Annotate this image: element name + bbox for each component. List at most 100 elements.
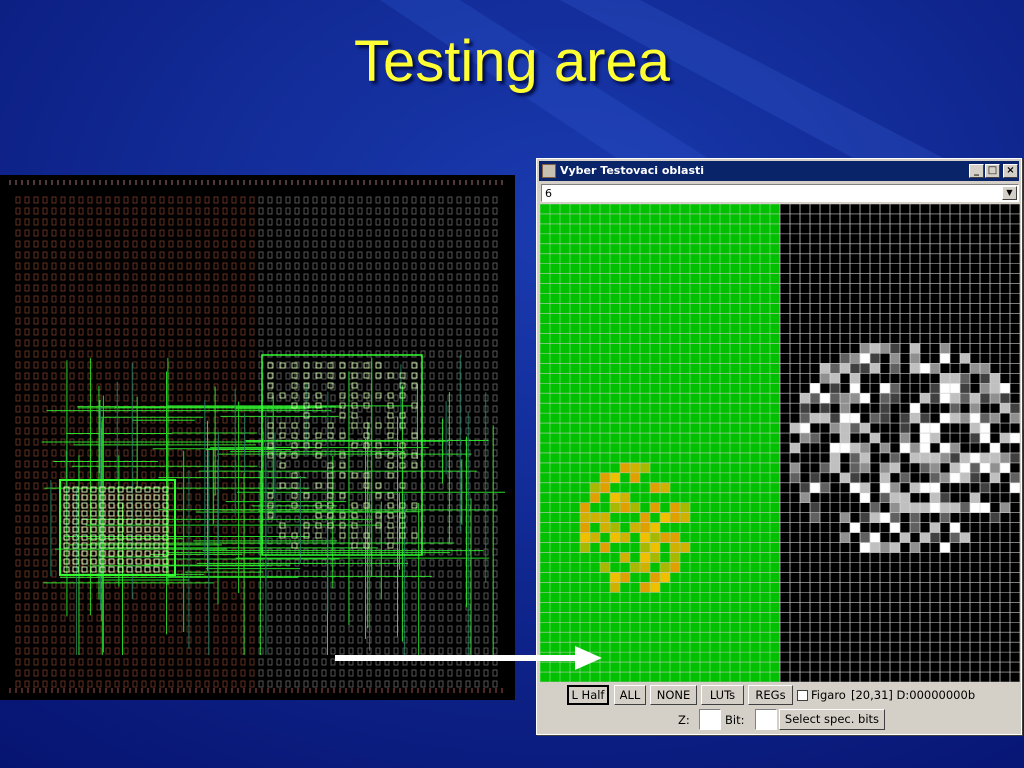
grid-cell	[940, 443, 950, 453]
grid-cell	[880, 512, 890, 523]
grid-cell	[870, 502, 880, 513]
chevron-down-icon[interactable]: ▼	[1002, 186, 1017, 200]
highlighted-cell	[590, 512, 600, 523]
highlighted-cell	[680, 502, 690, 513]
grid-cell	[860, 532, 870, 543]
bit-label: Bit:	[725, 713, 745, 727]
testing-area-grid[interactable]	[540, 204, 1020, 682]
maximize-button[interactable]: □	[985, 164, 1000, 178]
highlighted-cell	[610, 572, 620, 583]
grid-cell	[990, 472, 1000, 483]
grid-cell	[820, 373, 830, 384]
grid-cell	[920, 502, 930, 513]
highlighted-cell	[640, 582, 650, 593]
grid-cell	[960, 353, 970, 364]
grid-cell	[1000, 433, 1010, 443]
grid-cell	[880, 443, 890, 453]
grid-cell	[980, 462, 990, 473]
grid-cell	[920, 423, 930, 434]
grid-cell	[930, 502, 940, 513]
window-titlebar[interactable]: Vyber Testovaci oblasti _ □ ×	[539, 161, 1019, 181]
grid-cell	[830, 383, 840, 394]
grid-cell	[860, 443, 870, 453]
grid-cell	[880, 413, 890, 424]
z-label: Z:	[678, 713, 690, 727]
grid-cell	[850, 373, 860, 384]
grid-cell	[940, 542, 950, 553]
grid-cell	[850, 423, 860, 434]
grid-cell	[980, 423, 990, 434]
grid-cell	[840, 512, 850, 523]
grid-cell	[860, 482, 870, 493]
luts-button[interactable]: LUTs	[701, 685, 744, 705]
grid-cell	[910, 353, 920, 364]
grid-cell	[800, 433, 810, 443]
none-button[interactable]: NONE	[650, 685, 697, 705]
grid-cell	[880, 492, 890, 503]
grid-cell	[930, 423, 940, 434]
grid-cell	[880, 383, 890, 394]
close-button[interactable]: ×	[1003, 164, 1018, 178]
grid-cell	[890, 363, 900, 374]
highlighted-cell	[670, 512, 680, 523]
regs-button[interactable]: REGs	[748, 685, 793, 705]
grid-cell	[890, 462, 900, 473]
grid-cell	[960, 462, 970, 473]
grid-cell	[960, 502, 970, 513]
grid-cell	[900, 433, 910, 443]
grid-cell	[910, 452, 920, 463]
grid-cell	[800, 413, 810, 424]
grid-cell	[980, 383, 990, 394]
highlighted-cell	[660, 532, 670, 543]
grid-cell	[970, 462, 980, 473]
figaro-checkbox[interactable]	[797, 690, 808, 701]
bit-input[interactable]	[755, 709, 777, 730]
highlighted-cell	[640, 552, 650, 563]
grid-cell	[860, 353, 870, 364]
highlighted-cell	[660, 482, 670, 493]
left-half-button[interactable]: L Half	[567, 685, 609, 705]
grid-cell	[960, 472, 970, 483]
grid-cell	[850, 462, 860, 473]
grid-cell	[930, 462, 940, 473]
highlighted-cell	[590, 532, 600, 543]
highlighted-cell	[650, 502, 660, 513]
grid-cell	[870, 353, 880, 364]
grid-cell	[920, 393, 930, 404]
z-input[interactable]	[699, 709, 721, 730]
select-spec-bits-button[interactable]: Select spec. bits	[779, 709, 885, 730]
grid-cell	[920, 443, 930, 453]
grid-cell	[880, 482, 890, 493]
grid-cell	[1000, 452, 1010, 463]
grid-cell	[890, 482, 900, 493]
minimize-button[interactable]: _	[969, 164, 984, 178]
grid-cell	[820, 363, 830, 374]
grid-cell	[890, 512, 900, 523]
grid-cell	[870, 542, 880, 553]
highlighted-cell	[670, 542, 680, 553]
all-button[interactable]: ALL	[614, 685, 646, 705]
grid-cell	[990, 452, 1000, 463]
grid-cell	[990, 443, 1000, 453]
area-selector-dropdown[interactable]: 6 ▼	[541, 184, 1019, 202]
grid-cell	[920, 462, 930, 473]
grid-cell	[980, 502, 990, 513]
fpga-floorplan-image	[0, 175, 515, 700]
grid-cell	[840, 443, 850, 453]
grid-cell	[830, 393, 840, 404]
highlighted-cell	[600, 562, 610, 573]
grid-cell	[870, 433, 880, 443]
grid-cell	[950, 462, 960, 473]
grid-cell	[930, 363, 940, 374]
grid-cell	[1010, 403, 1020, 414]
grid-cell	[860, 452, 870, 463]
grid-cell	[980, 363, 990, 374]
highlighted-cell	[620, 502, 630, 513]
grid-cell	[910, 522, 920, 533]
grid-cell	[870, 413, 880, 424]
grid-cell	[920, 413, 930, 424]
grid-cell	[850, 353, 860, 364]
grid-cell	[920, 532, 930, 543]
grid-cell	[890, 522, 900, 533]
grid-cell	[840, 363, 850, 374]
